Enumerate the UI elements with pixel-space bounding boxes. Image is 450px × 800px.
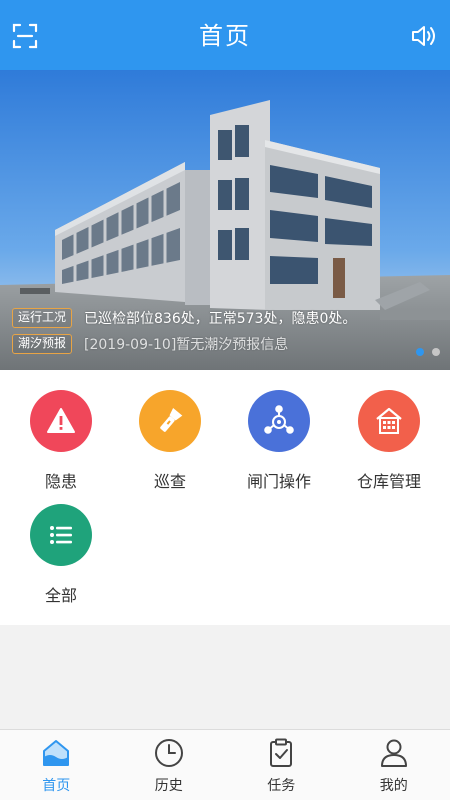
user-icon xyxy=(380,739,407,767)
menu-item-label: 隐患 xyxy=(44,472,77,491)
banner-carousel[interactable]: 运行工况 已巡检部位836处，正常573处，隐患0处。 潮汐预报 [2019-0… xyxy=(0,70,450,370)
menu-item-hazard[interactable]: 隐患 xyxy=(5,390,117,492)
nav-item-home[interactable]: 首页 xyxy=(0,730,113,800)
ticker-tag: 运行工况 xyxy=(12,308,73,328)
page-title: 首页 xyxy=(199,22,251,50)
menu-item-gate-operation[interactable]: 闸门操作 xyxy=(223,390,335,492)
bottom-nav: 首页 历史 任务 我的 xyxy=(0,729,450,800)
nav-item-history[interactable]: 历史 xyxy=(113,730,226,800)
home-icon xyxy=(43,740,70,766)
warehouse-icon xyxy=(358,390,420,452)
menu-item-label: 全部 xyxy=(44,586,77,605)
menu-item-all[interactable]: 全部 xyxy=(5,504,117,606)
clock-icon xyxy=(154,739,183,767)
volume-icon[interactable] xyxy=(410,22,438,50)
ticker-tide[interactable]: 潮汐预报 [2019-09-10]暂无潮汐预报信息 xyxy=(12,333,288,355)
menu-item-label: 闸门操作 xyxy=(246,472,311,491)
ticker-message: 已巡检部位836处，正常573处，隐患0处。 xyxy=(84,311,357,327)
warning-icon xyxy=(30,390,92,452)
ticker-operation[interactable]: 运行工况 已巡检部位836处，正常573处，隐患0处。 xyxy=(12,307,356,329)
gate-operation-icon xyxy=(248,390,310,452)
clipboard-check-icon xyxy=(270,738,293,767)
app-header: 首页 xyxy=(0,0,450,70)
nav-label: 任务 xyxy=(267,778,296,794)
menu-item-label: 仓库管理 xyxy=(356,472,421,491)
nav-item-mine[interactable]: 我的 xyxy=(338,730,450,800)
nav-label: 历史 xyxy=(154,778,183,794)
carousel-dot[interactable] xyxy=(416,348,424,356)
list-icon xyxy=(30,504,92,566)
ticker-message: [2019-09-10]暂无潮汐预报信息 xyxy=(84,337,289,353)
menu-item-patrol[interactable]: 巡查 xyxy=(114,390,226,492)
carousel-dot[interactable] xyxy=(432,348,440,356)
nav-label: 首页 xyxy=(42,778,71,794)
nav-label: 我的 xyxy=(379,778,408,794)
carousel-pagination xyxy=(416,348,440,356)
function-menu: 隐患 巡查 闸门操作 仓库管理 全部 xyxy=(0,370,450,625)
menu-item-label: 巡查 xyxy=(153,472,186,491)
flashlight-icon xyxy=(139,390,201,452)
nav-item-tasks[interactable]: 任务 xyxy=(225,730,338,800)
ticker-tag: 潮汐预报 xyxy=(12,334,73,354)
menu-item-warehouse[interactable]: 仓库管理 xyxy=(333,390,445,492)
